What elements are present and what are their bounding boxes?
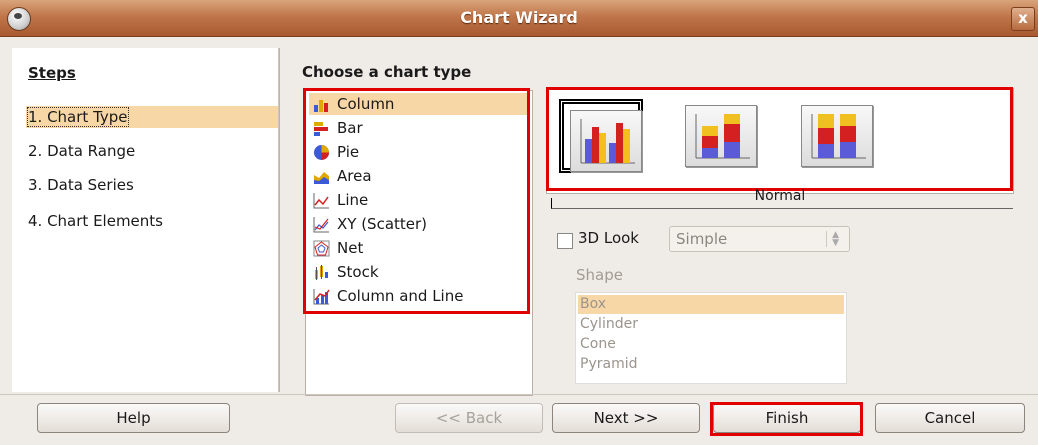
chart-type-scatter[interactable]: XY (Scatter): [309, 213, 529, 235]
chart-type-net[interactable]: Net: [309, 237, 529, 259]
variant-caption: Normal: [754, 188, 806, 204]
steps-pane: Steps 1. Chart Type 2. Data Range 3. Dat…: [12, 48, 279, 392]
3d-look-label[interactable]: 3D Look: [578, 229, 639, 247]
chart-type-label: Column: [337, 95, 395, 113]
shape-list: Box Cylinder Cone Pyramid: [575, 292, 847, 384]
area-chart-icon: [314, 172, 329, 184]
help-button[interactable]: Help: [37, 403, 230, 433]
pie-chart-icon: [314, 145, 329, 160]
line-chart-icon: [313, 193, 329, 209]
chart-type-label: XY (Scatter): [337, 215, 428, 233]
step-data-series[interactable]: 3. Data Series: [28, 176, 134, 194]
bar-chart-icon: [314, 122, 328, 136]
spin-arrows-icon: ▲ ▼: [826, 231, 839, 248]
shape-item-box: Box: [578, 295, 844, 314]
chart-type-pie[interactable]: Pie: [309, 141, 529, 163]
chart-type-stock[interactable]: Stock: [309, 261, 529, 283]
window-title: Chart Wizard: [460, 8, 578, 27]
column-chart-icon: [314, 100, 328, 112]
shape-label: Shape: [576, 266, 623, 284]
chart-type-column-and-line[interactable]: Column and Line: [309, 285, 529, 307]
stock-chart-icon: [315, 265, 328, 280]
variant-normal[interactable]: [559, 99, 643, 173]
3d-look-checkbox[interactable]: [557, 233, 573, 249]
step-data-range[interactable]: 2. Data Range: [28, 142, 135, 160]
step-chart-elements[interactable]: 4. Chart Elements: [28, 212, 163, 230]
shape-item-cone: Cone: [580, 336, 616, 352]
next-button[interactable]: Next >>: [552, 403, 700, 433]
chart-type-label: Line: [337, 191, 369, 209]
3d-look-select: Simple ▲ ▼: [669, 226, 850, 252]
3d-look-value: Simple: [676, 230, 728, 248]
column-stacked-icon: [695, 114, 750, 159]
back-button[interactable]: << Back: [395, 403, 543, 433]
button-bar-divider: [0, 394, 1038, 395]
cancel-button[interactable]: Cancel: [875, 403, 1025, 433]
chart-type-line[interactable]: Line: [309, 189, 529, 211]
net-chart-icon: [313, 240, 330, 257]
title-bar: Chart Wizard x: [0, 0, 1038, 37]
step-chart-type[interactable]: 1. Chart Type: [26, 106, 278, 128]
steps-heading: Steps: [28, 64, 76, 82]
chart-type-label: Column and Line: [337, 287, 464, 305]
chart-type-label: Pie: [337, 143, 360, 161]
variant-percent-stacked[interactable]: [795, 99, 879, 173]
column-line-chart-icon: [313, 289, 330, 305]
chart-type-bar[interactable]: Bar: [309, 117, 529, 139]
chart-type-label: Stock: [337, 263, 379, 281]
column-percent-stacked-icon: [811, 114, 866, 159]
shape-item-cylinder: Cylinder: [580, 316, 638, 332]
variant-stacked[interactable]: [679, 99, 763, 173]
chart-type-label: Bar: [337, 119, 363, 137]
chart-type-heading: Choose a chart type: [302, 63, 472, 81]
chart-variant-panel: [546, 88, 1014, 194]
chart-type-area[interactable]: Area: [309, 165, 529, 187]
chart-type-column[interactable]: Column: [309, 93, 529, 115]
shape-item-pyramid: Pyramid: [580, 356, 638, 372]
column-normal-icon: [580, 119, 635, 164]
close-button[interactable]: x: [1011, 7, 1035, 31]
pane-divider: [279, 48, 280, 392]
chart-type-label: Area: [337, 167, 372, 185]
chart-type-list[interactable]: Column Bar Pie Area Line XY (Scatter) Ne…: [305, 90, 533, 396]
chart-type-label: Net: [337, 239, 364, 257]
scatter-chart-icon: [313, 217, 329, 233]
finish-button[interactable]: Finish: [713, 403, 861, 433]
